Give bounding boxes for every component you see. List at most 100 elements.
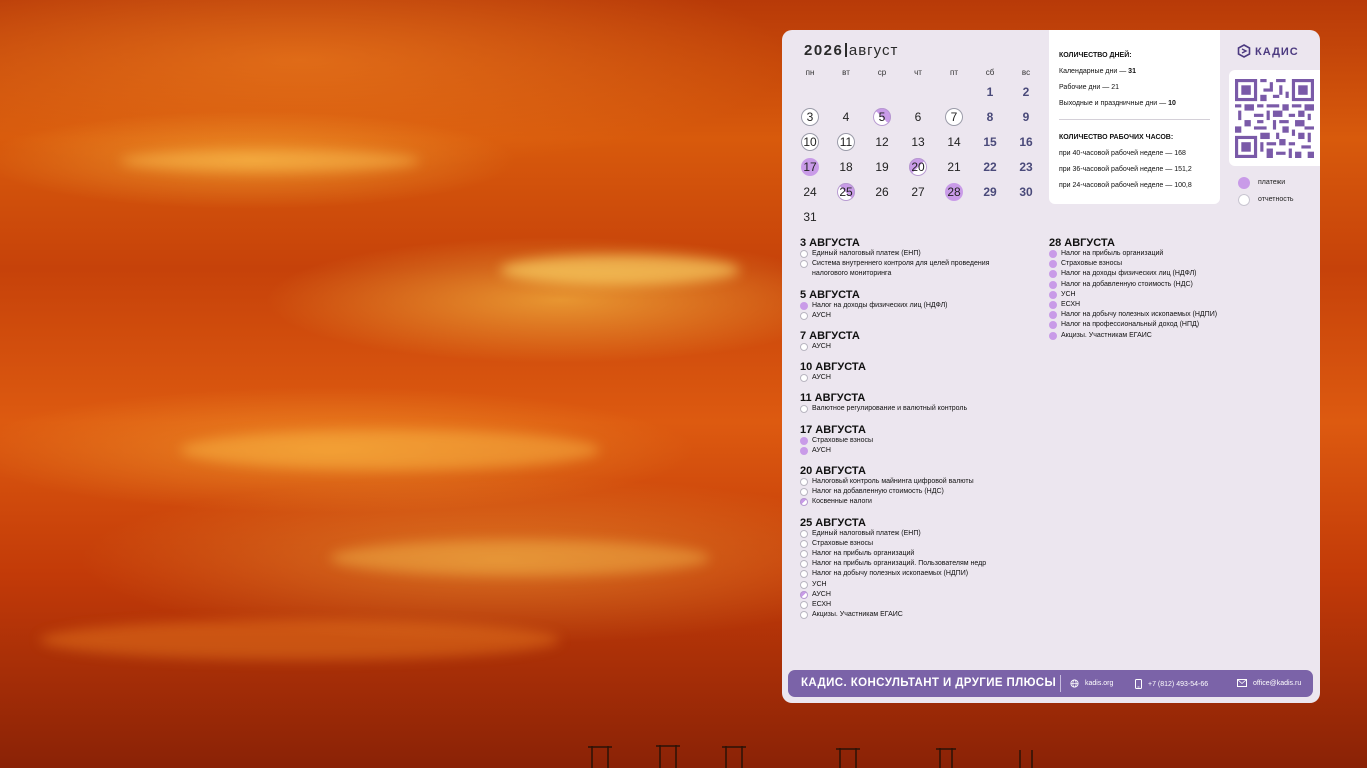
calendar-day[interactable]: 24 <box>792 180 828 205</box>
event-item: Налог на добычу полезных ископаемых (НДП… <box>1049 310 1289 320</box>
day-number: 3 <box>801 108 819 126</box>
calendar-day[interactable]: 23 <box>1008 155 1044 180</box>
calendar-day[interactable]: 22 <box>972 155 1008 180</box>
calendar-day[interactable]: 29 <box>972 180 1008 205</box>
report-dot-icon <box>1238 193 1250 206</box>
weekday-label: вт <box>842 68 850 77</box>
event-item-label: Налог на профессиональный доход (НПД) <box>1061 321 1200 329</box>
event-item-label: Страховые взносы <box>1061 260 1123 268</box>
calendar-day[interactable]: 28 <box>936 180 972 205</box>
footer-title: КАДИС. КОНСУЛЬТАНТ И ДРУГИЕ ПЛЮСЫ <box>801 677 1057 689</box>
day-number: 22 <box>983 160 997 174</box>
event-item-label: АУСН <box>812 343 831 351</box>
calendar-day[interactable]: 21 <box>936 155 972 180</box>
event-item-label: Налог на доходы физических лиц (НДФЛ) <box>1061 270 1197 278</box>
cloud-streak <box>180 430 600 470</box>
email-link[interactable]: office@kadis.ru <box>1253 680 1301 687</box>
event-item: Акцизы. Участникам ЕГАИС <box>1049 331 1289 341</box>
day-number <box>981 205 999 223</box>
event-item-label: Страховые взносы <box>812 436 874 444</box>
payment-dot-icon <box>1049 290 1057 299</box>
calendar-empty-cell <box>900 205 936 232</box>
calendar-month: август <box>848 42 899 59</box>
weekday-label: ср <box>877 68 887 77</box>
report-dot-icon <box>800 529 808 538</box>
cloud-streak <box>120 150 420 172</box>
calendar-week: 3 4 5 6 7 8 9 <box>792 105 1044 130</box>
footer-phone[interactable]: +7 (812) 493-54-66 <box>1135 679 1208 689</box>
calendar-day[interactable]: 10 <box>792 130 828 155</box>
calendar-day[interactable]: 17 <box>792 155 828 180</box>
day-number: 29 <box>983 185 997 199</box>
calendar-day[interactable]: 7 <box>936 105 972 130</box>
report-dot-icon <box>800 580 808 589</box>
calendar-empty-cell <box>936 80 972 107</box>
event-item: Налог на доходы физических лиц (НДФЛ) <box>800 301 1040 311</box>
payment-dot-icon <box>800 446 808 455</box>
month-days: 1 2 3 4 5 6 7 8 9 10 11 12 13 14 15 16 17 18 19 20 21 22 23 24 2… <box>792 80 1044 230</box>
event-item-label: Налог на доходы физических лиц (НДФЛ) <box>812 301 948 309</box>
event-item: АУСН <box>800 373 1040 383</box>
calendar-day[interactable]: 4 <box>828 105 864 130</box>
day-number: 18 <box>839 160 853 174</box>
calendar-day[interactable]: 27 <box>900 180 936 205</box>
day-number <box>909 80 927 98</box>
day-number: 21 <box>947 160 961 174</box>
phone-number[interactable]: +7 (812) 493-54-66 <box>1148 681 1208 688</box>
payment-dot-icon <box>1049 270 1057 279</box>
calendar-day[interactable]: 25 <box>828 180 864 205</box>
event-item-label: Косвенные налоги <box>812 498 872 506</box>
calendar-day[interactable]: 13 <box>900 130 936 155</box>
calendar-day[interactable]: 6 <box>900 105 936 130</box>
day-number: 12 <box>875 135 889 149</box>
day-number: 11 <box>837 133 855 151</box>
calendar-day[interactable]: 15 <box>972 130 1008 155</box>
logo-text: КАДИС <box>1255 46 1299 58</box>
calendar-day[interactable]: 5 <box>864 105 900 130</box>
calendar-day[interactable]: 1 <box>972 80 1008 107</box>
day-number <box>873 205 891 223</box>
calendar-day[interactable]: 31 <box>792 205 828 232</box>
calendar-day[interactable]: 12 <box>864 130 900 155</box>
calendar-day[interactable]: 8 <box>972 105 1008 130</box>
event-item: АУСН <box>800 590 1040 600</box>
calendar-day[interactable]: 30 <box>1008 180 1044 205</box>
event-item: Налог на прибыль организаций. Пользовате… <box>800 559 1040 569</box>
calendar-day[interactable]: 18 <box>828 155 864 180</box>
payment-dot-icon <box>1049 331 1057 340</box>
calendar-day[interactable]: 9 <box>1008 105 1044 130</box>
calendar-day[interactable]: 14 <box>936 130 972 155</box>
off-days-line: Выходные и праздничные дни — 10 <box>1059 100 1220 107</box>
payment-dot-icon <box>1238 176 1250 189</box>
calendar-empty-cell <box>864 205 900 232</box>
payment-dot-icon <box>800 436 808 445</box>
event-item: Налог на профессиональный доход (НПД) <box>1049 320 1289 330</box>
calendar-day[interactable]: 3 <box>792 105 828 130</box>
day-number: 13 <box>911 135 925 149</box>
day-number: 9 <box>1022 110 1030 124</box>
calendar-day[interactable]: 20 <box>900 155 936 180</box>
event-item-label: ЕСХН <box>1061 301 1081 309</box>
calendar-day[interactable]: 2 <box>1008 80 1044 107</box>
calendar-empty-cell <box>972 205 1008 232</box>
report-dot-icon <box>800 343 808 352</box>
event-item-label: Страховые взносы <box>812 539 874 547</box>
event-item-label: АУСН <box>812 374 831 382</box>
weekday-label: пн <box>805 68 815 77</box>
calendar-day[interactable]: 11 <box>828 130 864 155</box>
event-date-heading: 25 АВГУСТА <box>800 516 866 529</box>
day-number: 1 <box>986 85 994 99</box>
legend-payments: платежи <box>1238 174 1294 191</box>
calendar-day[interactable]: 16 <box>1008 130 1044 155</box>
footer-website[interactable]: kadis.org <box>1070 679 1113 688</box>
event-item-label: Единый налоговый платеж (ЕНП) <box>812 529 921 537</box>
website-link[interactable]: kadis.org <box>1085 680 1113 687</box>
calendar-day[interactable]: 26 <box>864 180 900 205</box>
footer-email[interactable]: office@kadis.ru <box>1237 679 1301 687</box>
qr-code[interactable] <box>1229 70 1320 166</box>
day-number: 8 <box>986 110 994 124</box>
calendar-day[interactable]: 19 <box>864 155 900 180</box>
hours-40-line: при 40-часовой рабочей неделе — 168 <box>1059 150 1186 157</box>
event-item: Страховые взносы <box>1049 259 1289 269</box>
event-item-label: Налог на добычу полезных ископаемых (НДП… <box>812 570 969 578</box>
